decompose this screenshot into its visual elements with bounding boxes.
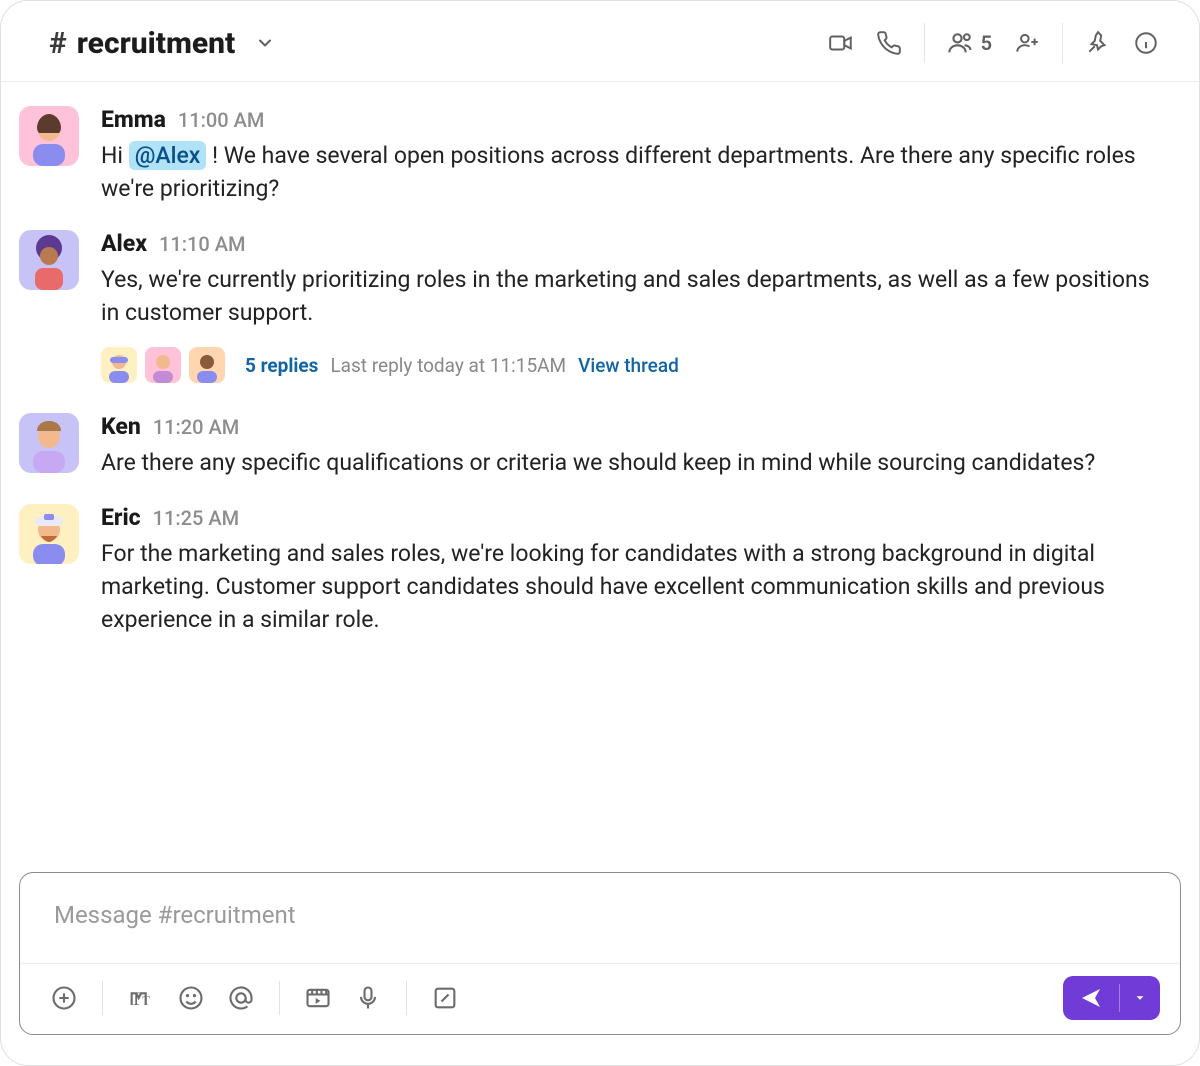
header-actions: 5 bbox=[828, 23, 1159, 63]
attach-button[interactable] bbox=[44, 978, 84, 1018]
svg-text:T: T bbox=[142, 994, 150, 1008]
phone-call-button[interactable] bbox=[876, 30, 902, 56]
message-time: 11:25 AM bbox=[153, 506, 239, 530]
avatar[interactable] bbox=[19, 230, 79, 290]
member-count: 5 bbox=[981, 31, 992, 55]
members-button[interactable]: 5 bbox=[947, 29, 992, 57]
thread-avatar bbox=[101, 347, 137, 383]
message-author[interactable]: Ken bbox=[101, 413, 141, 440]
chevron-down-icon bbox=[255, 33, 275, 53]
thread-summary[interactable]: 5 replies Last reply today at 11:15AM Vi… bbox=[101, 347, 1159, 383]
divider bbox=[406, 981, 407, 1015]
send-icon bbox=[1063, 976, 1119, 1020]
composer-toolbar: TT bbox=[20, 963, 1180, 1034]
message-time: 11:00 AM bbox=[178, 108, 264, 132]
message-row: Eric 11:25 AM For the marketing and sale… bbox=[19, 490, 1159, 647]
avatar[interactable] bbox=[19, 504, 79, 564]
hash-icon: # bbox=[49, 26, 67, 61]
thread-replies-count[interactable]: 5 replies bbox=[245, 354, 318, 377]
avatar[interactable] bbox=[19, 106, 79, 166]
audio-clip-button[interactable] bbox=[348, 978, 388, 1018]
shortcuts-button[interactable] bbox=[425, 978, 465, 1018]
message-author[interactable]: Eric bbox=[101, 504, 141, 531]
message-text: For the marketing and sales roles, we're… bbox=[101, 537, 1159, 637]
mention-button[interactable] bbox=[221, 978, 261, 1018]
video-clip-button[interactable] bbox=[298, 978, 338, 1018]
divider bbox=[1062, 23, 1063, 63]
message-author[interactable]: Alex bbox=[101, 230, 147, 257]
message-list: Emma 11:00 AM Hi @Alex ! We have several… bbox=[1, 82, 1199, 860]
message-composer: Message #recruitment TT bbox=[19, 872, 1181, 1035]
message-input[interactable]: Message #recruitment bbox=[20, 873, 1180, 963]
message-text: Are there any specific qualifications or… bbox=[101, 446, 1159, 479]
divider bbox=[102, 981, 103, 1015]
info-button[interactable] bbox=[1133, 30, 1159, 56]
format-button[interactable]: TT bbox=[121, 978, 161, 1018]
thread-avatar bbox=[145, 347, 181, 383]
avatar[interactable] bbox=[19, 413, 79, 473]
message-text: Yes, we're currently prioritizing roles … bbox=[101, 263, 1159, 330]
divider bbox=[279, 981, 280, 1015]
message-row: Alex 11:10 AM Yes, we're currently prior… bbox=[19, 216, 1159, 400]
thread-avatar bbox=[189, 347, 225, 383]
video-call-button[interactable] bbox=[828, 30, 854, 56]
thread-last-reply: Last reply today at 11:15AM bbox=[330, 354, 566, 377]
message-author[interactable]: Emma bbox=[101, 106, 166, 133]
channel-title-button[interactable]: # recruitment bbox=[49, 26, 275, 61]
send-button[interactable] bbox=[1063, 976, 1160, 1020]
view-thread-link[interactable]: View thread bbox=[578, 354, 679, 377]
send-options-button[interactable] bbox=[1120, 976, 1160, 1020]
emoji-button[interactable] bbox=[171, 978, 211, 1018]
svg-text:T: T bbox=[131, 989, 143, 1010]
channel-header: # recruitment 5 bbox=[1, 1, 1199, 82]
divider bbox=[924, 23, 925, 63]
message-row: Ken 11:20 AM Are there any specific qual… bbox=[19, 399, 1159, 489]
message-time: 11:20 AM bbox=[153, 415, 239, 439]
add-member-button[interactable] bbox=[1014, 30, 1040, 56]
message-time: 11:10 AM bbox=[159, 232, 245, 256]
pin-button[interactable] bbox=[1085, 30, 1111, 56]
mention[interactable]: @Alex bbox=[129, 141, 207, 170]
message-text: Hi @Alex ! We have several open position… bbox=[101, 139, 1159, 206]
message-row: Emma 11:00 AM Hi @Alex ! We have several… bbox=[19, 92, 1159, 216]
thread-avatars bbox=[101, 347, 225, 383]
channel-name: recruitment bbox=[77, 26, 235, 61]
